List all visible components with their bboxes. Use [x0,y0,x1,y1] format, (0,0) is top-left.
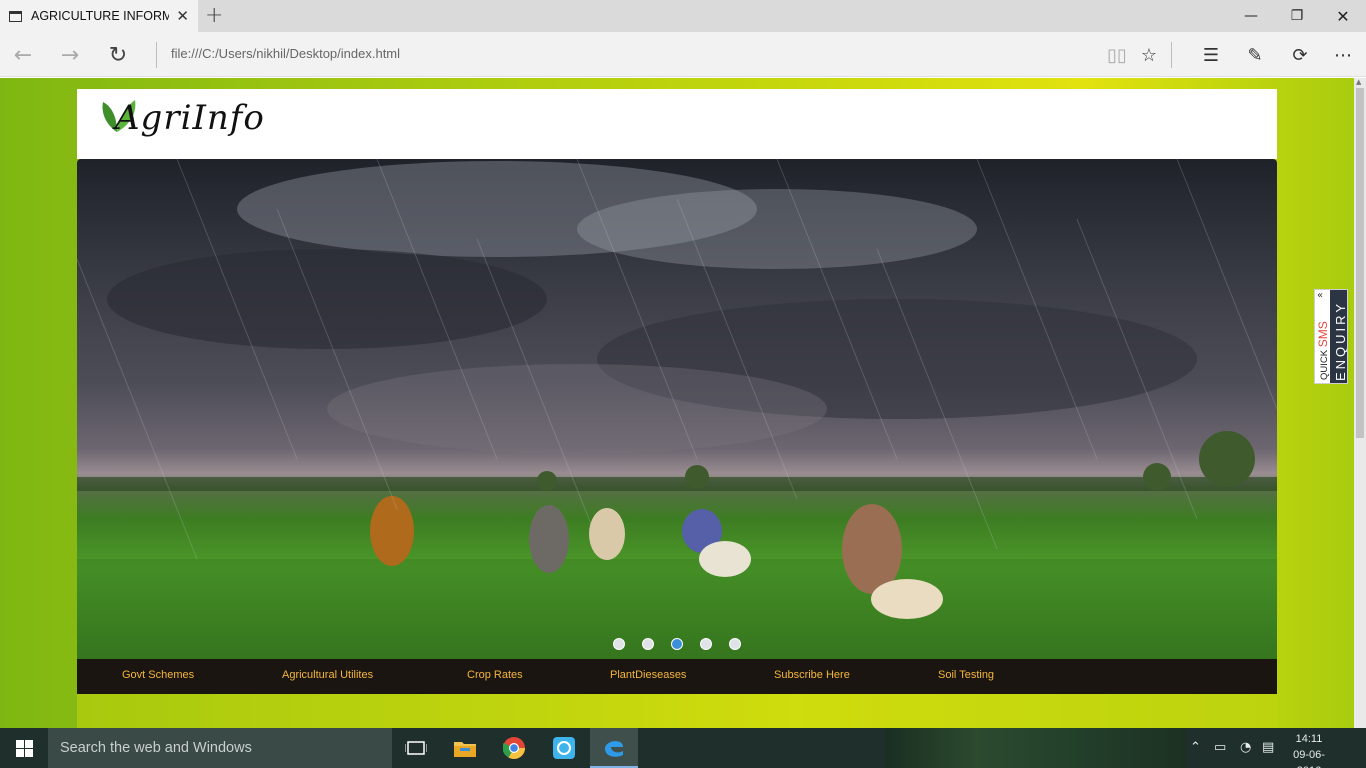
main-menu: Govt Schemes Agricultural Utilites Crop … [77,659,1277,694]
browser-toolbar: ← → ↻ file:///C:/Users/nikhil/Desktop/in… [0,32,1366,77]
menu-plant-diseases[interactable]: PlantDieseases [610,669,686,681]
share-icon[interactable]: ⟳ [1285,40,1315,70]
hero-slider [77,159,1277,659]
restore-button[interactable]: ❐ [1274,0,1320,32]
scroll-up-arrow-icon[interactable]: ▲ [1356,78,1361,86]
quick-sms-label: QUICK SMS [1316,321,1330,380]
file-explorer-icon[interactable] [441,728,489,768]
taskbar-search-box[interactable]: Search the web and Windows [48,728,392,768]
address-separator [156,42,157,68]
favorite-star-icon[interactable]: ☆ [1134,40,1164,70]
close-window-button[interactable]: ✕ [1320,0,1366,32]
windows-taskbar: Search the web and Windows ⌃ ▭ ◔ ▤ 14:11… [0,728,1366,768]
address-bar[interactable]: file:///C:/Users/nikhil/Desktop/index.ht… [171,46,400,61]
start-button[interactable] [0,728,48,768]
hero-image [77,159,1277,659]
reading-view-icon[interactable]: ▯▯ [1102,40,1132,70]
menu-agricultural-utilities[interactable]: Agricultural Utilites [282,669,373,681]
more-icon[interactable]: ⋯ [1328,40,1358,70]
page-viewport: AgriInfo Govt Schemes Agricultural Utili… [0,78,1354,728]
browser-tab[interactable]: AGRICULTURE INFORMA ✕ [0,0,198,32]
wifi-icon[interactable]: ◔ [1240,740,1251,755]
menu-soil-testing[interactable]: Soil Testing [938,669,994,681]
slider-dot[interactable] [700,638,712,650]
site-container: AgriInfo Govt Schemes Agricultural Utili… [77,89,1277,728]
minimize-button[interactable]: — [1228,0,1274,32]
site-header: AgriInfo [77,89,1277,159]
page-icon [9,10,22,22]
scrollbar-thumb[interactable] [1356,88,1364,438]
back-button[interactable]: ← [8,40,38,70]
enquiry-label: ENQUIRY [1333,301,1348,381]
slider-dot[interactable] [729,638,741,650]
slider-dot[interactable] [613,638,625,650]
taskbar-clock[interactable]: 14:11 09-06-2016 [1284,731,1334,768]
menu-subscribe[interactable]: Subscribe Here [774,669,850,681]
battery-icon[interactable]: ▭ [1214,740,1226,755]
forward-button[interactable]: → [55,40,85,70]
menu-crop-rates[interactable]: Crop Rates [467,669,523,681]
refresh-button[interactable]: ↻ [103,40,133,70]
page-scrollbar[interactable]: ▲ [1354,78,1366,728]
slider-dot-active[interactable] [671,638,683,650]
edge-browser-icon[interactable] [590,728,638,768]
taskbar-background-thumbnail [886,728,1186,768]
new-tab-button[interactable]: + [205,3,223,28]
page-footer-strip [77,694,1277,728]
toolbar-separator [1171,42,1172,68]
show-hidden-icons-chevron-icon[interactable]: ⌃ [1190,740,1201,755]
web-note-icon[interactable]: ✎ [1240,40,1270,70]
slider-dots [613,638,741,650]
notifications-icon[interactable]: ▤ [1262,740,1274,755]
task-view-icon[interactable] [392,728,440,768]
slider-dot[interactable] [642,638,654,650]
search-placeholder: Search the web and Windows [60,740,252,756]
tab-title: AGRICULTURE INFORMA [31,9,169,23]
windows-logo-icon [15,739,33,757]
browser-tab-strip: AGRICULTURE INFORMA ✕ + — ❐ ✕ [0,0,1366,32]
quick-sms-enquiry-widget[interactable]: « QUICK SMS ENQUIRY [1314,289,1348,384]
store-app-icon[interactable] [540,728,588,768]
double-chevron-left-icon: « [1317,290,1324,301]
clock-date: 09-06-2016 [1293,749,1325,768]
site-logo[interactable]: AgriInfo [115,98,265,138]
close-tab-icon[interactable]: ✕ [176,7,189,25]
menu-govt-schemes[interactable]: Govt Schemes [122,669,194,681]
clock-time: 14:11 [1295,733,1323,745]
hub-icon[interactable]: ☰ [1196,40,1226,70]
chrome-icon[interactable] [490,728,538,768]
